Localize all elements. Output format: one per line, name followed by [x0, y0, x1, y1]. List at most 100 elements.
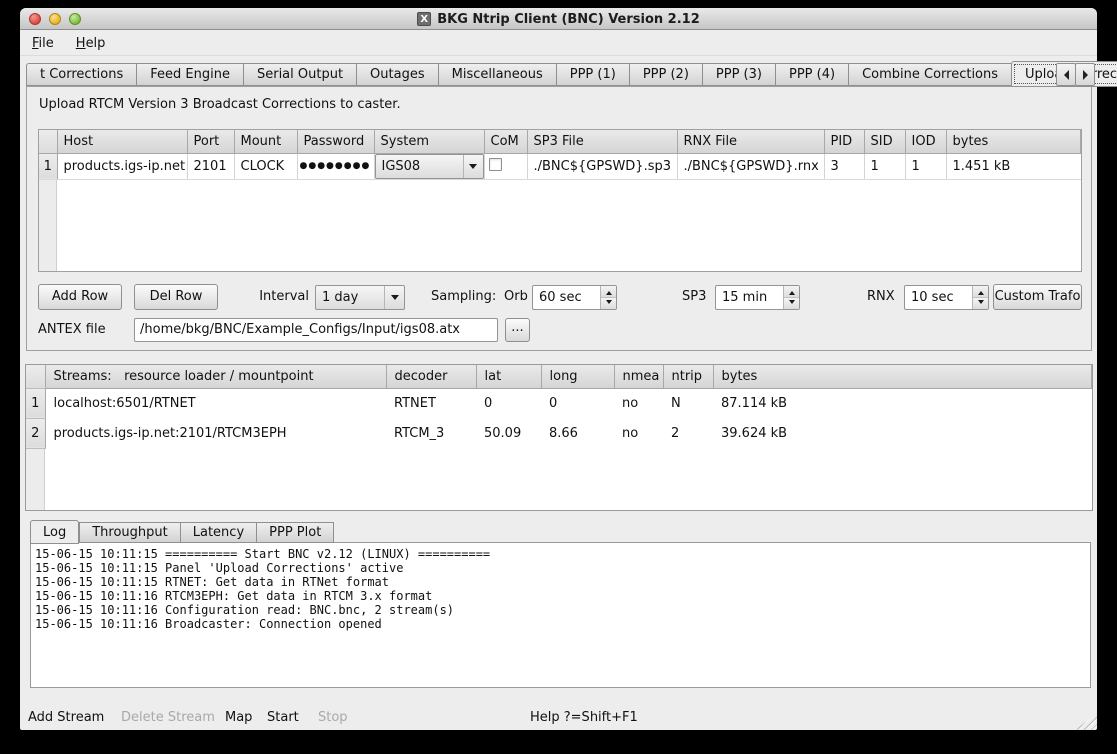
tab-ppp-2[interactable]: PPP (2)	[629, 63, 702, 86]
menu-file[interactable]: File	[28, 34, 58, 53]
bytes-cell[interactable]: 87.114 kB	[713, 388, 1092, 418]
row-number[interactable]: 2	[26, 418, 45, 448]
col-header-com[interactable]: CoM	[484, 130, 527, 153]
log-output[interactable]: 15-06-15 10:11:15 ========== Start BNC v…	[30, 542, 1091, 688]
tab-scroll-right-button[interactable]	[1075, 63, 1095, 86]
tab-miscellaneous[interactable]: Miscellaneous	[438, 63, 556, 86]
col-header-host[interactable]: Host	[57, 130, 187, 153]
maximize-button[interactable]	[69, 13, 81, 25]
tab-serial-output[interactable]: Serial Output	[243, 63, 356, 86]
decoder-cell[interactable]: RTCM_3	[386, 418, 476, 448]
combo-dropdown-button[interactable]	[384, 286, 404, 309]
tab-ppp-1[interactable]: PPP (1)	[556, 63, 629, 86]
port-cell[interactable]: 2101	[187, 153, 234, 179]
bytes-cell[interactable]: 39.624 kB	[713, 418, 1092, 448]
col-header-bytes[interactable]: bytes	[946, 130, 1081, 153]
orb-label: Orb	[504, 284, 528, 310]
long-cell[interactable]: 0	[541, 388, 614, 418]
col-header-pid[interactable]: PID	[824, 130, 864, 153]
nmea-cell[interactable]: no	[614, 418, 663, 448]
tab-corrections[interactable]: t Corrections	[26, 63, 136, 86]
col-header-nmea[interactable]: nmea	[614, 365, 663, 388]
long-cell[interactable]: 8.66	[541, 418, 614, 448]
decoder-cell[interactable]: RTNET	[386, 388, 476, 418]
rnx-sampling-spinbox[interactable]: 10 sec	[904, 285, 989, 310]
tab-outages[interactable]: Outages	[356, 63, 438, 86]
tab-latency[interactable]: Latency	[180, 522, 256, 543]
chevron-down-icon	[391, 295, 399, 304]
spin-up-button[interactable]	[784, 286, 799, 298]
col-header-mount[interactable]: Mount	[234, 130, 297, 153]
nmea-cell[interactable]: no	[614, 388, 663, 418]
rnx-file-cell[interactable]: ./BNC${GPSWD}.rnx	[677, 153, 824, 179]
tab-log[interactable]: Log	[30, 520, 79, 544]
custom-trafo-button[interactable]: Custom Trafo	[993, 284, 1082, 310]
system-combobox[interactable]: IGS08	[375, 154, 484, 179]
interval-combobox[interactable]: 1 day	[315, 285, 405, 310]
mountpoint-cell[interactable]: products.igs-ip.net:2101/RTCM3EPH	[45, 418, 386, 448]
host-cell[interactable]: products.igs-ip.net	[57, 153, 187, 179]
tab-combine-corrections[interactable]: Combine Corrections	[848, 63, 1011, 86]
map-button[interactable]: Map	[225, 706, 252, 730]
password-cell[interactable]: ●●●●●●●●	[297, 153, 374, 179]
row-number[interactable]: 1	[39, 153, 57, 179]
col-header-ntrip[interactable]: ntrip	[663, 365, 713, 388]
upload-table-row: 1 products.igs-ip.net 2101 CLOCK ●●●●●●●…	[39, 153, 1081, 179]
combo-dropdown-button[interactable]	[463, 155, 483, 178]
x11-app-icon: X	[417, 12, 431, 26]
col-header-sp3-file[interactable]: SP3 File	[527, 130, 677, 153]
sp3-sampling-spinbox[interactable]: 15 min	[715, 285, 800, 310]
close-button[interactable]	[29, 13, 41, 25]
del-row-button[interactable]: Del Row	[134, 284, 218, 310]
tab-ppp-3[interactable]: PPP (3)	[702, 63, 775, 86]
col-header-system[interactable]: System	[374, 130, 484, 153]
add-row-button[interactable]: Add Row	[38, 284, 122, 310]
sid-cell[interactable]: 1	[864, 153, 905, 179]
titlebar[interactable]: X BKG Ntrip Client (BNC) Version 2.12	[20, 8, 1097, 30]
spin-down-button[interactable]	[601, 298, 616, 309]
col-header-bytes[interactable]: bytes	[713, 365, 1092, 388]
minimize-button[interactable]	[49, 13, 61, 25]
sp3-file-cell[interactable]: ./BNC${GPSWD}.sp3	[527, 153, 677, 179]
pid-cell[interactable]: 3	[824, 153, 864, 179]
ntrip-cell[interactable]: 2	[663, 418, 713, 448]
bytes-cell[interactable]: 1.451 kB	[946, 153, 1081, 179]
tab-feed-engine[interactable]: Feed Engine	[136, 63, 243, 86]
spin-up-button[interactable]	[601, 286, 616, 298]
antex-browse-button[interactable]: ...	[505, 318, 530, 342]
com-cell	[484, 153, 527, 179]
tab-ppp-plot[interactable]: PPP Plot	[256, 522, 334, 543]
spin-down-button[interactable]	[973, 298, 988, 309]
ntrip-cell[interactable]: N	[663, 388, 713, 418]
lat-cell[interactable]: 0	[476, 388, 541, 418]
spin-down-button[interactable]	[784, 298, 799, 309]
stop-button: Stop	[318, 706, 348, 730]
add-stream-button[interactable]: Add Stream	[28, 706, 104, 730]
col-header-iod[interactable]: IOD	[905, 130, 946, 153]
lat-cell[interactable]: 50.09	[476, 418, 541, 448]
col-header-mountpoint[interactable]: Streams: resource loader / mountpoint	[45, 365, 386, 388]
start-button[interactable]: Start	[267, 706, 299, 730]
tab-ppp-4[interactable]: PPP (4)	[775, 63, 848, 86]
row-number[interactable]: 1	[26, 388, 45, 418]
help-shortcut-label: Help ?=Shift+F1	[530, 706, 638, 730]
spin-up-button[interactable]	[973, 286, 988, 298]
mount-cell[interactable]: CLOCK	[234, 153, 297, 179]
col-header-decoder[interactable]: decoder	[386, 365, 476, 388]
iod-cell[interactable]: 1	[905, 153, 946, 179]
col-header-password[interactable]: Password	[297, 130, 374, 153]
mountpoint-cell[interactable]: localhost:6501/RTNET	[45, 388, 386, 418]
streams-table: Streams: resource loader / mountpoint de…	[25, 364, 1093, 511]
com-checkbox[interactable]	[489, 158, 502, 171]
col-header-rnx-file[interactable]: RNX File	[677, 130, 824, 153]
menu-help[interactable]: Help	[72, 34, 110, 53]
col-header-sid[interactable]: SID	[864, 130, 905, 153]
antex-file-input[interactable]: /home/bkg/BNC/Example_Configs/Input/igs0…	[134, 318, 498, 342]
upload-corrections-panel: Upload RTCM Version 3 Broadcast Correcti…	[26, 86, 1092, 351]
col-header-port[interactable]: Port	[187, 130, 234, 153]
tab-throughput[interactable]: Throughput	[79, 522, 180, 543]
tab-scroll-left-button[interactable]	[1056, 63, 1076, 86]
col-header-long[interactable]: long	[541, 365, 614, 388]
col-header-lat[interactable]: lat	[476, 365, 541, 388]
orb-sampling-spinbox[interactable]: 60 sec	[532, 285, 617, 310]
